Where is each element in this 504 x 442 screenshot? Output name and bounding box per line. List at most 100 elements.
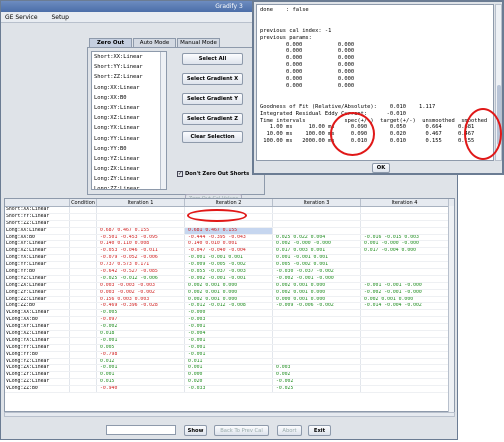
gradient-term-item[interactable]: Long:YY:Linear bbox=[92, 134, 166, 144]
table-row[interactable]: Long:ZX:Linear 0.003 -0.003 -0.003 0.002 0… bbox=[5, 282, 454, 290]
ok-button[interactable]: OK bbox=[372, 163, 390, 173]
row-condition bbox=[70, 324, 97, 331]
gradient-term-item[interactable]: Short:XX:Linear bbox=[92, 52, 166, 62]
table-row[interactable]: Long:ZZ:B0 -0.469 -0.396 -0.028 -0.012 -0.… bbox=[5, 303, 454, 311]
row-name: Long:YZ:Linear bbox=[5, 275, 70, 282]
show-button[interactable]: Show bbox=[184, 425, 207, 436]
row-name: Long:ZZ:Linear bbox=[5, 296, 70, 303]
iteration-4-cell bbox=[361, 207, 449, 213]
gradient-term-item[interactable]: Long:XY:Linear bbox=[92, 103, 166, 113]
table-row[interactable]: VLong:ZY:Linear 0.001 0.000 0.002 bbox=[5, 372, 454, 380]
table-row[interactable]: VLong:XX:B0 -0.097 -0.003 bbox=[5, 317, 454, 325]
tab-zero-out[interactable]: Zero Out bbox=[89, 38, 132, 47]
table-row[interactable]: Long:ZY:Linear 0.003 -0.002 -0.002 0.002 0… bbox=[5, 289, 454, 297]
select-gradient-x-button[interactable]: Select Gradient X bbox=[182, 73, 243, 85]
table-row[interactable]: Long:YX:Linear -0.079 -0.052 -0.006 -0.001… bbox=[5, 255, 454, 263]
table-row[interactable]: Long:XX:Linear 0.687 0.467 0.155 0.681 0.4… bbox=[5, 227, 454, 235]
table-row[interactable]: VLong:YZ:Linear 0.012 0.011 bbox=[5, 358, 454, 366]
select-all-button[interactable]: Select All bbox=[182, 53, 243, 65]
select-gradient-z-button[interactable]: Select Gradient Z bbox=[182, 113, 243, 125]
table-row[interactable]: Long:YY:Linear 0.737 0.573 0.171 -0.009 -0… bbox=[5, 262, 454, 270]
table-row[interactable]: Long:YZ:Linear -0.025 -0.012 -0.006 -0.002… bbox=[5, 275, 454, 283]
table-row[interactable]: VLong:XZ:Linear 0.018 -0.004 bbox=[5, 331, 454, 338]
iteration-4-cell bbox=[361, 386, 449, 393]
table-vertical-scrollbar[interactable] bbox=[448, 206, 454, 412]
row-name: Short:ZZ:Linear bbox=[5, 220, 70, 227]
row-condition bbox=[70, 207, 97, 213]
table-row[interactable]: Long:ZZ:Linear 0.156 0.003 0.003 0.002 0.0… bbox=[5, 296, 454, 304]
gradient-term-list[interactable]: Short:XX:Linear Short:YY:Linear Short:ZZ:L… bbox=[91, 51, 167, 190]
gradient-term-item[interactable]: Long:YZ:Linear bbox=[92, 154, 166, 164]
table-row[interactable]: Long:XY:Linear 0.140 0.110 0.008 0.140 0.0… bbox=[5, 241, 454, 249]
iteration-4-cell: -0.016 -0.015 0.003 bbox=[361, 234, 449, 241]
table-row[interactable]: VLong:XY:Linear -0.002 -0.001 bbox=[5, 324, 454, 332]
iteration-4-cell bbox=[361, 310, 449, 317]
row-condition bbox=[70, 344, 97, 351]
table-row[interactable]: VLong:YY:B0 -0.798 -0.001 bbox=[5, 351, 454, 359]
table-row[interactable]: Long:XZ:Linear -0.053 -0.046 -0.011 -0.047… bbox=[5, 248, 454, 256]
clear-selection-button[interactable]: Clear Selection bbox=[182, 131, 243, 143]
menu-ge-service[interactable]: GE Service bbox=[5, 14, 38, 21]
iteration-4-cell bbox=[361, 269, 449, 275]
abort-button[interactable]: Abort bbox=[277, 425, 302, 436]
select-gradient-y-button[interactable]: Select Gradient Y bbox=[182, 93, 243, 105]
gradient-term-item[interactable]: Long:XZ:Linear bbox=[92, 113, 166, 123]
iteration-4-cell: -0.002 -0.001 -0.000 bbox=[361, 289, 449, 296]
row-condition bbox=[70, 275, 97, 282]
table-row[interactable]: VLong:YX:Linear -0.001 -0.001 bbox=[5, 337, 454, 345]
iteration-3-cell: 0.025 0.022 0.004 bbox=[273, 234, 361, 241]
row-condition bbox=[70, 337, 97, 344]
iteration-2-cell: 0.002 0.001 0.000 bbox=[185, 296, 273, 303]
gradient-term-item[interactable]: Long:YY:B0 bbox=[92, 144, 166, 154]
dont-zero-shorts-checkbox[interactable]: ✓ Don't Zero Out Shorts bbox=[177, 171, 249, 177]
table-horizontal-scrollbar[interactable] bbox=[4, 412, 455, 417]
back-to-prev-cal-button[interactable]: Back To Prev Cal bbox=[214, 425, 269, 436]
iteration-input[interactable] bbox=[106, 425, 176, 435]
gradient-term-item[interactable]: Long:ZZ:Linear bbox=[92, 184, 166, 189]
gradient-term-item[interactable]: Long:XX:Linear bbox=[92, 83, 166, 93]
table-row[interactable]: VLong:YY:Linear 0.005 -0.001 bbox=[5, 344, 454, 352]
row-name: VLong:YZ:Linear bbox=[5, 358, 70, 365]
iteration-1-cell bbox=[97, 207, 185, 213]
table-row[interactable]: Long:XX:B0 -0.501 -0.453 -0.095 -0.444 -0.… bbox=[5, 234, 454, 242]
gradient-term-item[interactable]: Short:ZZ:Linear bbox=[92, 72, 166, 82]
iteration-2-cell: -0.000 bbox=[185, 310, 273, 317]
row-name: VLong:YY:B0 bbox=[5, 351, 70, 358]
iteration-2-cell: 0.011 bbox=[185, 358, 273, 365]
row-name: VLong:ZX:Linear bbox=[5, 365, 70, 372]
header-iteration-1: Iteration 1 bbox=[97, 199, 185, 206]
iteration-4-cell bbox=[361, 324, 449, 331]
tab-manual-mode[interactable]: Manual Mode bbox=[177, 38, 220, 47]
list-scrollbar[interactable] bbox=[160, 52, 166, 189]
gradient-term-item[interactable]: Long:XX:B0 bbox=[92, 93, 166, 103]
table-row[interactable]: VLong:ZZ:B0 -0.940 -0.033 -0.025 bbox=[5, 386, 454, 394]
iteration-1-cell: -0.025 -0.012 -0.006 bbox=[97, 275, 185, 282]
iteration-1-cell bbox=[97, 220, 185, 227]
gradient-term-item[interactable]: Long:ZY:Linear bbox=[92, 174, 166, 184]
header-iteration-2: Iteration 2 bbox=[185, 199, 273, 206]
tab-auto-mode[interactable]: Auto Mode bbox=[133, 38, 176, 47]
iteration-3-cell: -0.030 -0.037 -0.002 bbox=[273, 269, 361, 275]
iteration-1-cell: -0.501 -0.453 -0.095 bbox=[97, 234, 185, 241]
exit-button[interactable]: Exit bbox=[308, 425, 331, 436]
iteration-2-cell: -0.001 bbox=[185, 324, 273, 331]
checkbox-box[interactable]: ✓ bbox=[177, 171, 183, 177]
iteration-3-cell: -0.002 bbox=[273, 379, 361, 386]
table-row[interactable]: VLong:XX:Linear -0.005 -0.000 bbox=[5, 310, 454, 318]
menu-setup[interactable]: Setup bbox=[51, 14, 68, 21]
table-row[interactable]: VLong:ZX:Linear -0.001 0.001 0.003 bbox=[5, 365, 454, 373]
gradient-term-item[interactable]: Long:ZX:Linear bbox=[92, 164, 166, 174]
iteration-3-cell: 0.017 0.003 0.001 bbox=[273, 248, 361, 255]
row-condition bbox=[70, 317, 97, 324]
table-row[interactable]: VLong:ZZ:Linear 0.015 0.020 -0.002 bbox=[5, 379, 454, 387]
iteration-1-cell: -0.940 bbox=[97, 386, 185, 393]
iteration-1-cell: -0.097 bbox=[97, 317, 185, 324]
gradient-term-item[interactable]: Short:YY:Linear bbox=[92, 62, 166, 72]
iteration-3-cell: 0.002 -0.000 -0.000 bbox=[273, 241, 361, 248]
row-condition bbox=[70, 227, 97, 234]
table-row[interactable]: Long:YY:B0 -0.642 -0.527 -0.085 -0.055 -0.… bbox=[5, 269, 454, 276]
table-row[interactable]: Short:ZZ:Linear bbox=[5, 220, 454, 228]
iteration-4-cell bbox=[361, 379, 449, 386]
iteration-2-cell: -0.012 -0.012 -0.008 bbox=[185, 303, 273, 310]
gradient-term-item[interactable]: Long:YX:Linear bbox=[92, 123, 166, 133]
